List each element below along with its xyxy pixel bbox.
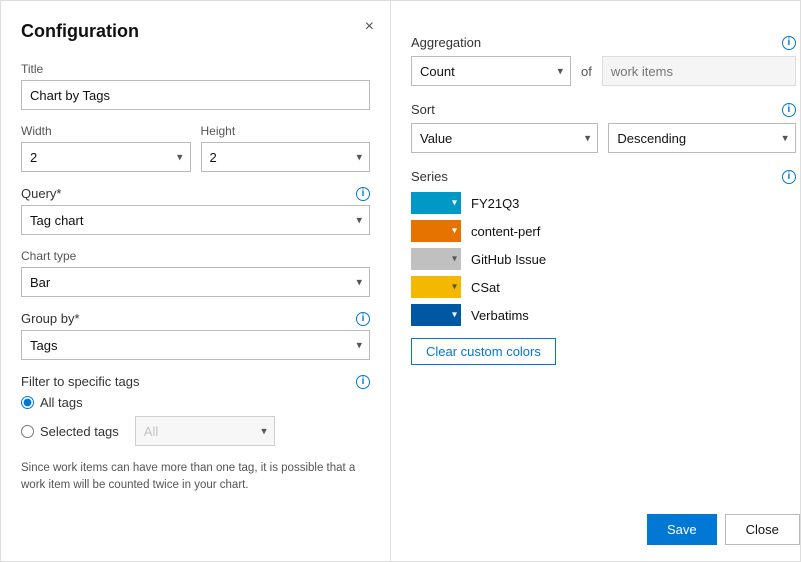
left-panel: Configuration × Title Width 234 ▾ Height… xyxy=(1,1,391,561)
bottom-actions: Save Close xyxy=(647,514,800,545)
sort-label: Sort xyxy=(411,102,435,117)
csat-swatch-wrapper: ▾ xyxy=(411,276,461,298)
series-list: ▾ FY21Q3 ▾ content-perf ▾ GitHub Issue xyxy=(411,192,796,326)
series-item-github-issue: ▾ GitHub Issue xyxy=(411,248,796,270)
chart-type-select-wrapper: BarPieLine ▾ xyxy=(21,267,370,297)
of-text: of xyxy=(581,64,592,79)
sort-order-select-wrapper: DescendingAscending ▾ xyxy=(608,123,795,153)
selected-tags-row: Selected tags All ▾ xyxy=(21,416,370,446)
aggregation-label-row: Aggregation i xyxy=(411,35,796,50)
github-issue-label: GitHub Issue xyxy=(471,252,546,267)
dialog-title: Configuration xyxy=(21,21,370,42)
all-tags-label: All tags xyxy=(40,395,83,410)
dialog-close-button[interactable]: × xyxy=(365,19,374,35)
note-text: Since work items can have more than one … xyxy=(21,460,370,495)
filter-radio-group: All tags Selected tags All ▾ xyxy=(21,395,370,446)
aggregation-select-wrapper: CountSum ▾ xyxy=(411,56,571,86)
chart-type-select[interactable]: BarPieLine xyxy=(21,267,370,297)
filter-label: Filter to specific tags xyxy=(21,374,140,389)
content-perf-swatch-wrapper: ▾ xyxy=(411,220,461,242)
group-by-label: Group by* xyxy=(21,311,80,326)
width-select-wrapper: 234 ▾ xyxy=(21,142,191,172)
series-item-csat: ▾ CSat xyxy=(411,276,796,298)
filter-label-row: Filter to specific tags i xyxy=(21,374,370,389)
verbatims-label: Verbatims xyxy=(471,308,529,323)
height-select[interactable]: 234 xyxy=(201,142,371,172)
sort-row: ValueLabel ▾ DescendingAscending ▾ xyxy=(411,123,796,153)
verbatims-color-swatch[interactable] xyxy=(411,304,461,326)
series-header-row: Series i xyxy=(411,169,796,184)
series-info-icon[interactable]: i xyxy=(782,170,796,184)
sort-value-select-wrapper: ValueLabel ▾ xyxy=(411,123,598,153)
csat-label: CSat xyxy=(471,280,500,295)
selected-tags-select[interactable]: All xyxy=(135,416,275,446)
query-label: Query* xyxy=(21,186,61,201)
selected-tags-label: Selected tags xyxy=(40,424,119,439)
sort-info-icon[interactable]: i xyxy=(782,103,796,117)
csat-color-swatch[interactable] xyxy=(411,276,461,298)
aggregation-info-icon[interactable]: i xyxy=(782,36,796,50)
height-label: Height xyxy=(201,124,371,138)
content-perf-label: content-perf xyxy=(471,224,540,239)
filter-info-icon[interactable]: i xyxy=(356,375,370,389)
group-by-select-wrapper: Tags ▾ xyxy=(21,330,370,360)
query-select[interactable]: Tag chart xyxy=(21,205,370,235)
group-by-label-row: Group by* i xyxy=(21,311,370,326)
verbatims-swatch-wrapper: ▾ xyxy=(411,304,461,326)
fy21q3-color-swatch[interactable] xyxy=(411,192,461,214)
configuration-dialog: Configuration × Title Width 234 ▾ Height… xyxy=(0,0,801,562)
clear-custom-colors-button[interactable]: Clear custom colors xyxy=(411,338,556,365)
query-select-wrapper: Tag chart ▾ xyxy=(21,205,370,235)
save-button[interactable]: Save xyxy=(647,514,717,545)
aggregation-select[interactable]: CountSum xyxy=(411,56,571,86)
right-panel: Aggregation i CountSum ▾ of Sort i Value… xyxy=(391,1,801,561)
query-info-icon[interactable]: i xyxy=(356,187,370,201)
github-issue-color-swatch[interactable] xyxy=(411,248,461,270)
selected-tags-select-wrapper: All ▾ xyxy=(135,416,275,446)
group-by-select[interactable]: Tags xyxy=(21,330,370,360)
all-tags-radio-item: All tags xyxy=(21,395,370,410)
content-perf-color-swatch[interactable] xyxy=(411,220,461,242)
fy21q3-label: FY21Q3 xyxy=(471,196,519,211)
close-button[interactable]: Close xyxy=(725,514,800,545)
query-label-row: Query* i xyxy=(21,186,370,201)
group-by-info-icon[interactable]: i xyxy=(356,312,370,326)
all-tags-radio[interactable] xyxy=(21,396,34,409)
github-issue-swatch-wrapper: ▾ xyxy=(411,248,461,270)
sort-value-select[interactable]: ValueLabel xyxy=(411,123,598,153)
height-select-wrapper: 234 ▾ xyxy=(201,142,371,172)
fy21q3-swatch-wrapper: ▾ xyxy=(411,192,461,214)
title-input[interactable] xyxy=(21,80,370,110)
work-items-input xyxy=(602,56,796,86)
sort-label-row: Sort i xyxy=(411,102,796,117)
selected-tags-radio[interactable] xyxy=(21,425,34,438)
width-select[interactable]: 234 xyxy=(21,142,191,172)
series-item-fy21q3: ▾ FY21Q3 xyxy=(411,192,796,214)
series-item-verbatims: ▾ Verbatims xyxy=(411,304,796,326)
aggregation-label: Aggregation xyxy=(411,35,481,50)
series-label: Series xyxy=(411,169,448,184)
sort-order-select[interactable]: DescendingAscending xyxy=(608,123,795,153)
selected-tags-radio-item: Selected tags xyxy=(21,424,119,439)
title-label: Title xyxy=(21,62,370,76)
width-label: Width xyxy=(21,124,191,138)
chart-type-label: Chart type xyxy=(21,249,370,263)
series-item-content-perf: ▾ content-perf xyxy=(411,220,796,242)
aggregation-row: CountSum ▾ of xyxy=(411,56,796,86)
